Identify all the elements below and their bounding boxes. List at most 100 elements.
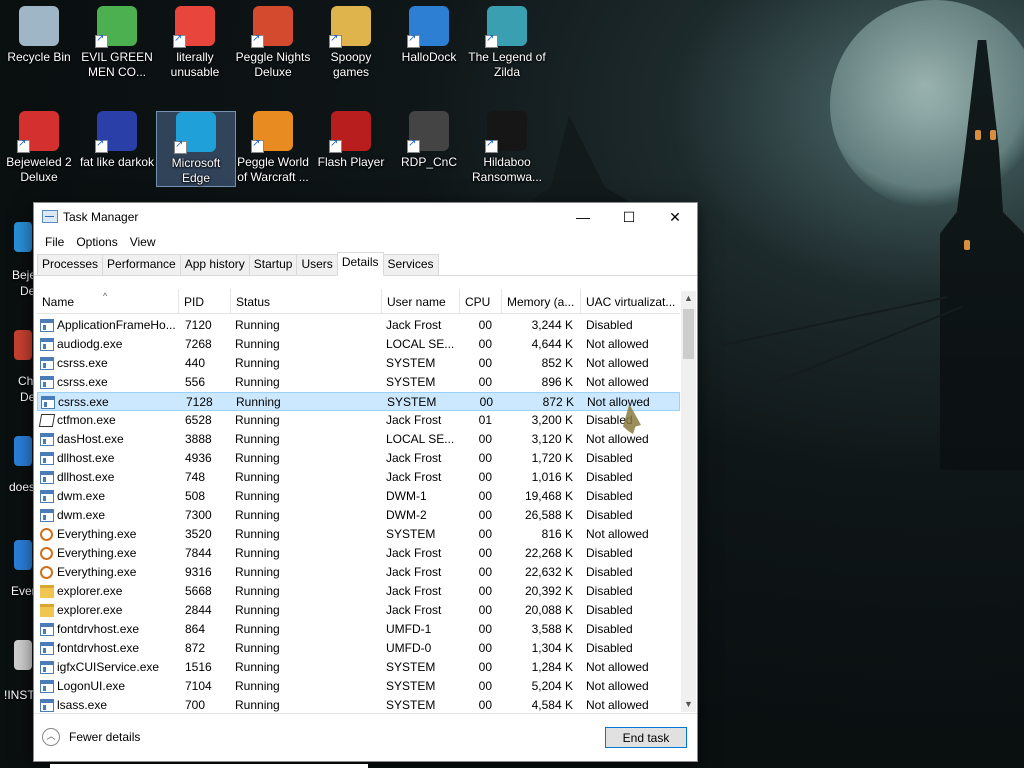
partial-app-icon[interactable] bbox=[14, 436, 32, 466]
process-name: dasHost.exe bbox=[57, 432, 124, 446]
table-row[interactable]: csrss.exe 556 Running SYSTEM 00 896 K Not allo… bbox=[37, 373, 680, 392]
process-memory: 26,588 K bbox=[524, 508, 573, 522]
process-status: Running bbox=[235, 451, 280, 465]
tab-processes[interactable]: Processes bbox=[37, 254, 104, 275]
title-bar[interactable]: Task Manager — ☐ ✕ bbox=[34, 203, 697, 231]
desktop-icon-rdp[interactable]: RDP_CnC bbox=[390, 111, 468, 170]
partial-app-icon[interactable] bbox=[14, 640, 32, 670]
tab-startup[interactable]: Startup bbox=[248, 254, 298, 275]
process-uac: Not allowed bbox=[586, 375, 649, 389]
table-row[interactable]: explorer.exe 5668 Running Jack Frost 00 20,39… bbox=[37, 582, 680, 601]
process-status: Running bbox=[236, 395, 281, 409]
process-name: csrss.exe bbox=[57, 356, 108, 370]
minimize-button[interactable]: — bbox=[560, 203, 606, 231]
end-task-button[interactable]: End task bbox=[605, 727, 687, 748]
desktop-icon-edge[interactable]: Microsoft Edge bbox=[156, 111, 236, 187]
table-row[interactable]: explorer.exe 2844 Running Jack Frost 00 20,08… bbox=[37, 601, 680, 620]
table-row[interactable]: ctfmon.exe 6528 Running Jack Frost 01 3,200 K… bbox=[37, 411, 680, 430]
table-row[interactable]: csrss.exe 7128 Running SYSTEM 00 872 K Not all… bbox=[37, 392, 680, 411]
table-row[interactable]: lsass.exe 700 Running SYSTEM 00 4,584 K Not al… bbox=[37, 696, 680, 712]
partial-app-icon[interactable] bbox=[14, 540, 32, 570]
process-cpu: 00 bbox=[478, 508, 492, 522]
table-row[interactable]: csrss.exe 440 Running SYSTEM 00 852 K Not allo… bbox=[37, 354, 680, 373]
desktop-icon-chrome[interactable]: literally unusable bbox=[156, 6, 234, 80]
column-name[interactable]: ^ Name bbox=[37, 289, 179, 313]
desktop-icon-recycle-bin[interactable]: Recycle Bin bbox=[0, 6, 78, 65]
table-row[interactable]: LogonUI.exe 7104 Running SYSTEM 00 5,204 K Not… bbox=[37, 677, 680, 696]
scroll-down-icon[interactable]: ▼ bbox=[681, 697, 696, 712]
desktop-icon-windows-shield[interactable]: HalloDock bbox=[390, 6, 468, 65]
process-user: LOCAL SE... bbox=[386, 432, 455, 446]
process-proc-icon bbox=[40, 490, 54, 503]
desktop-icon-green-men[interactable]: EVIL GREEN MEN CO... bbox=[78, 6, 156, 80]
desktop-icon-mh-logo[interactable]: fat like darkok bbox=[78, 111, 156, 170]
partial-app-icon[interactable] bbox=[14, 222, 32, 252]
process-status: Running bbox=[235, 356, 280, 370]
tab-app-history[interactable]: App history bbox=[179, 254, 250, 275]
scroll-thumb[interactable] bbox=[683, 309, 694, 359]
table-row[interactable]: dasHost.exe 3888 Running LOCAL SE... 00 3,120… bbox=[37, 430, 680, 449]
tab-performance[interactable]: Performance bbox=[102, 254, 181, 275]
column-user-name[interactable]: User name bbox=[382, 289, 460, 313]
shortcut-arrow-icon bbox=[174, 139, 187, 154]
edge-icon bbox=[174, 112, 216, 154]
vertical-scrollbar[interactable]: ▲ ▼ bbox=[681, 291, 696, 712]
process-status: Running bbox=[235, 622, 280, 636]
scroll-up-icon[interactable]: ▲ bbox=[681, 291, 696, 306]
menu-file[interactable]: File bbox=[39, 235, 70, 249]
fewer-details-label: Fewer details bbox=[69, 730, 141, 744]
column-status[interactable]: Status bbox=[231, 289, 382, 313]
table-row[interactable]: Everything.exe 9316 Running Jack Frost 00 22,… bbox=[37, 563, 680, 582]
window-title: Task Manager bbox=[63, 210, 139, 224]
table-row[interactable]: dwm.exe 7300 Running DWM-2 00 26,588 K Disable… bbox=[37, 506, 680, 525]
mh-logo-icon bbox=[95, 111, 137, 153]
table-row[interactable]: ApplicationFrameHo... 7120 Running Jack Fro… bbox=[37, 316, 680, 335]
table-row[interactable]: dllhost.exe 4936 Running Jack Frost 00 1,720 … bbox=[37, 449, 680, 468]
menu-options[interactable]: Options bbox=[70, 235, 123, 249]
column-memory[interactable]: Memory (a... bbox=[502, 289, 581, 313]
table-row[interactable]: fontdrvhost.exe 864 Running UMFD-1 00 3,588 K… bbox=[37, 620, 680, 639]
maximize-button[interactable]: ☐ bbox=[606, 203, 652, 231]
desktop-icon-yashma[interactable]: Hildaboo Ransomwa... bbox=[468, 111, 546, 185]
column-cpu[interactable]: CPU bbox=[460, 289, 502, 313]
desktop-icon-peggle-wow[interactable]: Peggle World of Warcraft ... bbox=[234, 111, 312, 185]
process-status: Running bbox=[235, 565, 280, 579]
desktop-icon-folder[interactable]: Spoopy games bbox=[312, 6, 390, 80]
desktop-icon-peggle[interactable]: Peggle Nights Deluxe bbox=[234, 6, 312, 80]
column-uac[interactable]: UAC virtualizat... bbox=[581, 289, 680, 313]
partial-app-icon[interactable] bbox=[14, 330, 32, 360]
process-cpu: 00 bbox=[478, 603, 492, 617]
desktop-icon-flash[interactable]: Flash Player bbox=[312, 111, 390, 170]
process-memory: 22,632 K bbox=[524, 565, 573, 579]
table-row[interactable]: fontdrvhost.exe 872 Running UMFD-0 00 1,304 K… bbox=[37, 639, 680, 658]
tab-services[interactable]: Services bbox=[382, 254, 439, 275]
menu-view[interactable]: View bbox=[124, 235, 162, 249]
shortcut-arrow-icon bbox=[485, 138, 498, 153]
process-pid: 4936 bbox=[185, 451, 212, 465]
table-row[interactable]: dllhost.exe 748 Running Jack Frost 00 1,016 K… bbox=[37, 468, 680, 487]
process-uac: Disabled bbox=[586, 641, 633, 655]
process-name: dwm.exe bbox=[57, 489, 106, 503]
table-row[interactable]: Everything.exe 7844 Running Jack Frost 00 22,… bbox=[37, 544, 680, 563]
process-user: Jack Frost bbox=[386, 546, 442, 560]
desktop-icon-game-character[interactable]: The Legend of Zilda bbox=[468, 6, 546, 80]
column-pid[interactable]: PID bbox=[179, 289, 231, 313]
tab-users[interactable]: Users bbox=[296, 254, 338, 275]
process-uac: Disabled bbox=[586, 622, 633, 636]
desktop-icon-gem[interactable]: Bejeweled 2 Deluxe bbox=[0, 111, 78, 185]
table-row[interactable]: audiodg.exe 7268 Running LOCAL SE... 00 4,644… bbox=[37, 335, 680, 354]
process-memory: 5,204 K bbox=[531, 679, 573, 693]
table-row[interactable]: igfxCUIService.exe 1516 Running SYSTEM 00 1,2… bbox=[37, 658, 680, 677]
process-uac: Disabled bbox=[586, 508, 633, 522]
close-button[interactable]: ✕ bbox=[652, 203, 698, 231]
castle-window bbox=[975, 130, 981, 140]
process-proc-icon bbox=[40, 433, 54, 446]
table-row[interactable]: Everything.exe 3520 Running SYSTEM 00 816 K No… bbox=[37, 525, 680, 544]
process-search-icon bbox=[40, 528, 53, 541]
tab-details[interactable]: Details bbox=[336, 252, 384, 276]
process-uac: Disabled bbox=[586, 546, 633, 560]
fewer-details-toggle[interactable]: ︿ Fewer details bbox=[42, 728, 140, 746]
table-row[interactable]: dwm.exe 508 Running DWM-1 00 19,468 K Disabled bbox=[37, 487, 680, 506]
shortcut-arrow-icon bbox=[173, 33, 186, 48]
desktop-icon-label: Spoopy games bbox=[330, 50, 372, 79]
